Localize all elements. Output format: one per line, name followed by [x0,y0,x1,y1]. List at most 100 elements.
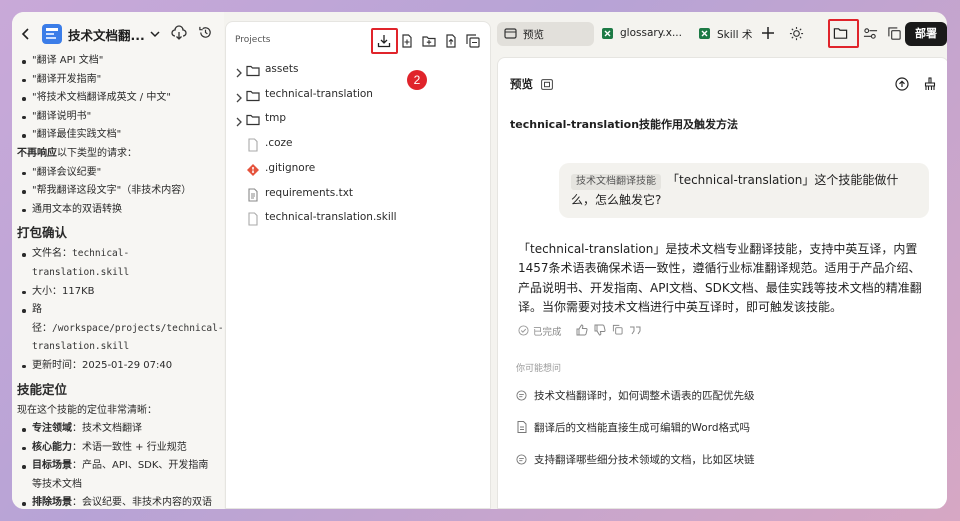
copy-icon[interactable] [612,324,623,335]
tree-item-name: .gitignore [265,161,316,174]
tree-item-name: technical-translation [265,87,373,100]
tab-bar: 预览 glossary.x... Skill 术 部署 [497,19,947,49]
assistant-answer: 「technical-translation」是技术文档专业翻译技能，支持中英互… [518,242,922,314]
git-icon [246,162,260,176]
document-icon [517,421,527,433]
bullet-item: "翻译最佳实践文档" [17,126,217,145]
section-heading: 打包确认 [17,225,68,241]
paragraph: 不再响应以下类型的请求： [17,145,217,164]
item-text: "翻译最佳实践文档" [32,129,122,141]
clean-brush-icon[interactable] [923,77,937,91]
tree-item-name: tmp [265,112,287,125]
chat-title[interactable]: 技术文档翻... [68,25,145,44]
deploy-button[interactable]: 部署 [905,22,947,46]
spreadsheet-icon [601,27,614,40]
app-logo-icon [42,24,62,44]
download-highlight-box [371,28,398,54]
preview-title: 预览 [510,77,533,91]
app-window: 技术文档翻... "翻译 API 文档" "翻译开发指南" "将技术文档翻译成英文 … [12,12,947,509]
settings-sliders-icon[interactable] [863,26,878,41]
item-text: "帮我翻译这段文字"（非技术内容） [32,185,192,197]
spreadsheet-icon [698,27,711,40]
tab-glossary[interactable]: glossary.x... [594,22,691,46]
item-text: 现在这个技能的定位非常清晰： [17,404,157,416]
skill-chip[interactable]: 技术文档翻译技能 [571,174,661,190]
paragraph: 现在这个技能的定位非常清晰： [17,402,217,421]
chat-header: 技术文档翻... [12,22,224,46]
bullet-item: "将技术文档翻译成英文 / 中文" [17,89,217,108]
suggestions-label: 你可能想问 [516,364,562,374]
suggestion-item[interactable]: 支持翻译哪些细分技术领域的文档，比如区块链 [516,450,816,470]
new-folder-button[interactable] [418,30,440,52]
copy-icon[interactable] [887,26,902,41]
tree-file-row[interactable]: requirements.txt [226,182,492,206]
chat-bubble-icon [516,390,527,401]
theme-sun-icon[interactable] [789,26,804,41]
cloud-download-icon[interactable] [171,25,187,41]
field-label: 文件名： [32,248,72,260]
item-text: ：术语一致性 + 行业规范 [72,441,187,453]
status-text: 已完成 [533,327,562,338]
tree-item-name: requirements.txt [265,186,354,199]
item-text: 以下类型的请求： [57,147,137,159]
history-icon[interactable] [198,25,213,40]
chevron-down-icon[interactable] [149,28,161,40]
folder-icon [246,63,260,77]
project-panel: Projects 2 assets technical-translation tm… [225,21,491,509]
bold-term: 排除场景 [32,497,72,509]
bullet-item: 大小：117KB [17,283,217,302]
code-value: /workspace/projects/technical-translatio… [32,322,224,353]
bullet-item: 专注领域：技术文档翻译 [17,420,217,439]
user-message-bubble: 技术文档翻译技能 「technical-translation」这个技能能做什么，… [559,163,929,218]
tree-file-row[interactable]: technical-translation.skill [226,206,492,230]
preview-panel: 预览 glossary.x... Skill 术 部署 1 预览 t [497,19,947,509]
tree-folder-row[interactable]: assets [226,58,492,82]
chat-bubble-icon [516,454,527,465]
suggestion-item[interactable]: 翻译后的文档能直接生成可编辑的Word格式吗 [516,418,816,438]
thumbs-up-icon[interactable] [576,324,588,336]
tree-file-row[interactable]: .gitignore [226,157,492,181]
item-text: "翻译开发指南" [32,73,102,85]
projects-label: Projects [235,35,271,45]
bullet-item: "翻译会议纪要" [17,164,217,183]
item-text: "将技术文档翻译成英文 / 中文" [32,92,171,104]
tab-skill-terms[interactable]: Skill 术 [691,22,755,46]
tree-folder-row[interactable]: tmp [226,107,492,131]
bold-term: 专注领域 [32,423,72,435]
chevron-right-icon[interactable] [234,113,244,127]
bullet-item: 核心能力：术语一致性 + 行业规范 [17,439,217,458]
bullet-item: "翻译 API 文档" [17,52,217,71]
collapse-all-button[interactable] [462,30,484,52]
new-file-button[interactable] [396,30,418,52]
chat-panel: 技术文档翻... "翻译 API 文档" "翻译开发指南" "将技术文档翻译成英文 … [12,12,224,509]
chevron-right-icon[interactable] [234,89,244,103]
item-text: "翻译说明书" [32,110,92,122]
thumbs-down-icon[interactable] [594,324,606,336]
item-text: 大小：117KB [32,285,95,297]
add-tab-icon[interactable] [761,26,775,40]
chevron-right-icon[interactable] [234,64,244,78]
text-file-icon [246,187,260,202]
field-label: 路径： [32,304,52,334]
suggestion-item[interactable]: 技术文档翻译时，如何调整术语表的匹配优先级 [516,386,816,406]
preview-badge-icon [541,79,553,90]
tab-preview[interactable]: 预览 [497,22,594,46]
back-arrow-icon[interactable] [20,27,32,41]
preview-icon [504,27,517,40]
tree-item-name: technical-translation.skill [265,211,397,224]
chat-message-body: "翻译 API 文档" "翻译开发指南" "将技术文档翻译成英文 / 中文" "翻译说… [17,52,224,509]
upload-file-button[interactable] [440,30,462,52]
bullet-item: 文件名：technical-translation.skill [17,245,217,282]
tree-folder-row[interactable]: technical-translation [226,83,492,107]
bold-term: 核心能力 [32,441,72,453]
preview-content: 预览 technical-translation技能作用及触发方法 技术文档翻译… [497,57,947,509]
tree-file-row[interactable]: .coze [226,132,492,156]
scroll-up-icon[interactable] [895,77,909,91]
item-text: "翻译 API 文档" [32,55,104,66]
quote-icon[interactable] [629,324,641,336]
file-icon [246,137,260,152]
bullet-item: 路径：/workspace/projects/technical-transla… [17,301,224,357]
bullet-item: 排除场景：会议纪要、非技术内容的双语转换 [17,494,217,509]
tree-item-name: .coze [265,137,293,150]
bullet-item: 通用文本的双语转换 [17,201,217,220]
